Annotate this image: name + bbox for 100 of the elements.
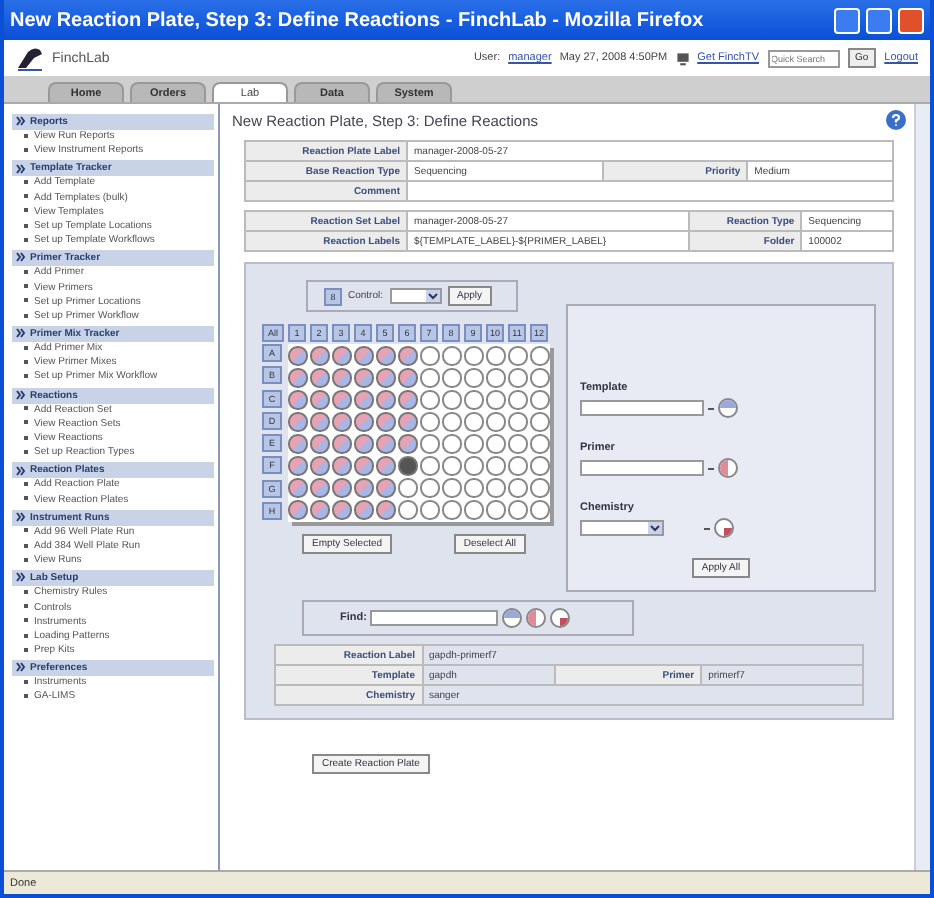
plate-well[interactable] xyxy=(354,346,373,365)
plate-well[interactable] xyxy=(310,478,329,497)
plate-well[interactable] xyxy=(486,368,505,387)
plate-well[interactable] xyxy=(288,478,307,497)
plate-well[interactable] xyxy=(376,390,395,409)
plate-well[interactable] xyxy=(420,368,439,387)
plate-well[interactable] xyxy=(332,500,351,519)
plate-well[interactable] xyxy=(442,500,461,519)
plate-well[interactable] xyxy=(354,456,373,475)
plate-well[interactable] xyxy=(464,346,483,365)
plate-well[interactable] xyxy=(530,412,549,431)
plate-well[interactable] xyxy=(464,390,483,409)
plate-well[interactable] xyxy=(354,390,373,409)
plate-well[interactable] xyxy=(288,390,307,409)
plate-well[interactable] xyxy=(420,346,439,365)
primer-well-icon[interactable] xyxy=(526,608,547,628)
plate-well[interactable] xyxy=(398,500,417,519)
plate-well[interactable] xyxy=(310,500,329,519)
plate-well[interactable] xyxy=(376,368,395,387)
plate-well[interactable] xyxy=(398,368,417,387)
plate-well[interactable] xyxy=(508,456,527,475)
help-icon[interactable] xyxy=(886,110,906,130)
plate-well[interactable] xyxy=(288,346,307,365)
plate-well[interactable] xyxy=(332,478,351,497)
plate-well[interactable] xyxy=(464,456,483,475)
primer-well-icon[interactable] xyxy=(718,458,738,478)
plate-well[interactable] xyxy=(398,478,417,497)
plate-well[interactable] xyxy=(530,478,549,497)
plate-well[interactable] xyxy=(508,500,527,519)
plate-well[interactable] xyxy=(530,500,549,519)
plate-well[interactable] xyxy=(420,434,439,453)
plate-well[interactable] xyxy=(376,500,395,519)
plate-well[interactable] xyxy=(442,434,461,453)
plate-well[interactable] xyxy=(442,456,461,475)
plate-well[interactable] xyxy=(420,390,439,409)
plate-well[interactable] xyxy=(332,390,351,409)
plate-well[interactable] xyxy=(376,434,395,453)
plate-well[interactable] xyxy=(464,434,483,453)
plate-well[interactable] xyxy=(310,412,329,431)
chemistry-well-icon[interactable] xyxy=(550,608,571,628)
plate-well[interactable] xyxy=(486,478,505,497)
plate-well[interactable] xyxy=(398,456,417,475)
find-field[interactable] xyxy=(370,610,499,626)
plate-well[interactable] xyxy=(354,478,373,497)
template-well-icon[interactable] xyxy=(718,398,738,418)
scrollbar[interactable] xyxy=(914,104,930,870)
close-button[interactable] xyxy=(898,7,924,33)
plate-well[interactable] xyxy=(464,412,483,431)
plate-well[interactable] xyxy=(420,500,439,519)
plate-well[interactable] xyxy=(398,346,417,365)
plate-well[interactable] xyxy=(288,412,307,431)
plate-well[interactable] xyxy=(508,478,527,497)
plate-well[interactable] xyxy=(486,456,505,475)
plate-well[interactable] xyxy=(464,500,483,519)
plate-well[interactable] xyxy=(354,368,373,387)
plate-well[interactable] xyxy=(420,478,439,497)
plate-well[interactable] xyxy=(530,434,549,453)
plate-well[interactable] xyxy=(376,478,395,497)
minimize-button[interactable] xyxy=(834,7,860,33)
plate-well[interactable] xyxy=(288,368,307,387)
plate-well[interactable] xyxy=(442,390,461,409)
plate-well[interactable] xyxy=(332,368,351,387)
plate-well[interactable] xyxy=(332,412,351,431)
plate-well[interactable] xyxy=(376,346,395,365)
plate-well[interactable] xyxy=(354,434,373,453)
plate-well[interactable] xyxy=(332,456,351,475)
plate-well[interactable] xyxy=(310,346,329,365)
plate-well[interactable] xyxy=(354,500,373,519)
plate-well[interactable] xyxy=(508,412,527,431)
plate-well[interactable] xyxy=(464,368,483,387)
plate-well[interactable] xyxy=(398,434,417,453)
plate-well[interactable] xyxy=(442,478,461,497)
plate-well[interactable] xyxy=(310,368,329,387)
plate-well[interactable] xyxy=(486,346,505,365)
plate-well[interactable] xyxy=(530,456,549,475)
chemistry-well-icon[interactable] xyxy=(714,518,734,538)
plate-well[interactable] xyxy=(398,390,417,409)
plate-well[interactable] xyxy=(376,456,395,475)
plate-well[interactable] xyxy=(398,412,417,431)
plate-well[interactable] xyxy=(508,390,527,409)
plate-well[interactable] xyxy=(332,434,351,453)
control-select[interactable] xyxy=(389,288,442,304)
plate-well[interactable] xyxy=(332,346,351,365)
plate-well[interactable] xyxy=(486,390,505,409)
plate-well[interactable] xyxy=(464,478,483,497)
plate-well[interactable] xyxy=(310,390,329,409)
maximize-button[interactable] xyxy=(866,7,892,33)
plate-well[interactable] xyxy=(376,412,395,431)
plate-well[interactable] xyxy=(420,456,439,475)
plate-well[interactable] xyxy=(530,368,549,387)
plate-well[interactable] xyxy=(420,412,439,431)
plate-well[interactable] xyxy=(508,346,527,365)
plate-well[interactable] xyxy=(508,368,527,387)
plate-well[interactable] xyxy=(288,500,307,519)
template-well-icon[interactable] xyxy=(502,608,523,628)
plate-well[interactable] xyxy=(442,412,461,431)
primer-field[interactable] xyxy=(580,460,704,476)
plate-well[interactable] xyxy=(486,412,505,431)
plate-well[interactable] xyxy=(354,412,373,431)
plate-well[interactable] xyxy=(288,434,307,453)
